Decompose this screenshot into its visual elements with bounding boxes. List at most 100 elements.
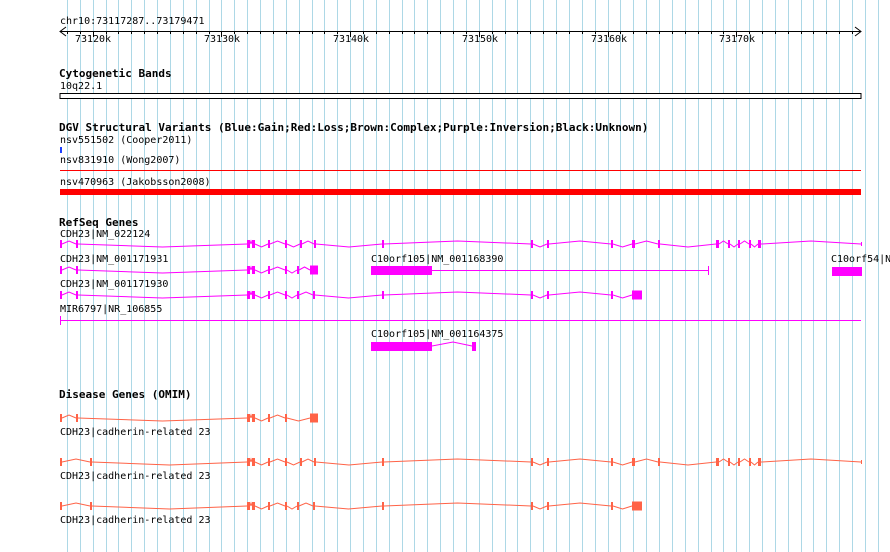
track-title-omim[interactable]: Disease Genes (OMIM) [59,389,191,401]
variant-label[interactable]: nsv831910 (Wong2007) [60,155,180,166]
cytoband-label[interactable]: 10q22.1 [60,81,102,92]
exon-block [611,502,613,510]
intron-line [61,458,91,463]
exon-block [247,502,250,510]
exon-block [738,458,740,466]
exon-block [252,291,255,299]
intron-line [61,291,77,296]
exon-block [371,342,432,351]
exon-block [268,240,270,248]
intron-line [91,461,248,466]
intron-line [431,341,473,347]
exon-block [268,291,270,299]
track-title-cytoband[interactable]: Cytogenetic Bands [59,68,172,80]
intron-line [254,461,269,466]
intron-line [286,269,298,274]
intron-line [729,243,739,248]
gene-label[interactable]: C10orf105|NM_001164375 [371,329,503,340]
intron-line [254,505,269,510]
intron-line [659,243,717,248]
ruler-tick-label: 73130k [203,34,241,45]
exon-block [60,502,62,510]
exon-block [310,265,318,275]
exon-block [611,291,613,299]
exon-block [547,240,549,248]
track-title-dgv[interactable]: DGV Structural Variants (Blue:Gain;Red:L… [59,122,648,134]
exon-block [861,242,862,246]
intron-line [729,461,739,466]
exon-block [268,414,270,422]
intron-line [383,240,532,245]
intron-line [612,505,633,510]
exon-block [285,291,287,299]
intron-line [298,291,314,296]
intron-line [77,243,248,248]
cytoband-glyph [59,93,862,99]
intron-line [77,269,248,274]
exon-block [728,458,730,466]
intron-line [249,457,253,463]
intron-line [254,294,269,299]
exon-block [472,342,476,351]
intron-line [532,243,548,248]
variant-glyph [60,189,861,195]
exon-block [247,266,250,274]
exon-block [252,458,255,466]
intron-line [298,502,314,507]
variant-label[interactable]: nsv551502 (Cooper2011) [60,135,192,146]
intron-line [77,294,248,299]
intron-line [634,458,659,463]
gene-label[interactable]: MIR6797|NR_106855 [60,304,162,315]
exon-block [297,266,299,274]
exon-block [382,458,384,466]
gene-label[interactable]: C10orf105|NM_001168390 [371,254,503,265]
exon-block [531,240,533,248]
gene-label[interactable]: C10orf54|NM_022153 [831,254,890,265]
exon-block [60,458,62,466]
intron-line [750,461,759,466]
exon-block [382,502,384,510]
intron-line [739,240,750,245]
intron-line [249,290,253,296]
exon-block [716,458,719,466]
intron-line [532,294,548,299]
exon-block [285,458,287,466]
variant-label[interactable]: nsv470963 (Jakobsson2008) [60,177,211,188]
exon-block [76,266,78,274]
gene-label[interactable]: CDH23|cadherin-related 23 [60,515,211,526]
exon-block [247,458,250,466]
exon-block [297,502,299,510]
gene-label[interactable]: CDH23|NM_001171930 [60,279,168,290]
intron-line [301,240,315,245]
gene-label[interactable]: CDH23|cadherin-related 23 [60,427,211,438]
exon-block [313,291,315,299]
intron-line [269,240,286,245]
exon-block [300,240,302,248]
intron-line [269,458,286,463]
ruler-tick-label: 73170k [718,34,756,45]
intron-line [254,243,269,248]
exon-block [252,266,255,274]
exon-block [531,458,533,466]
exon-block [611,458,613,466]
intron-line [269,291,286,296]
exon-block [76,414,78,422]
exon-block [76,240,78,248]
intron-line [61,240,77,245]
gene-label[interactable]: CDH23|NM_022124 [60,229,150,240]
gene-label[interactable]: CDH23|NM_001171931 [60,254,168,265]
intron-line [548,458,612,463]
intron-line [760,458,862,463]
exon-block [832,267,862,276]
gene-label[interactable]: CDH23|cadherin-related 23 [60,471,211,482]
variant-glyph [60,147,62,153]
exon-block [285,502,287,510]
intron-line [286,417,311,422]
exon-block [247,240,250,248]
exon-block [300,458,302,466]
intron-line [315,461,383,466]
intron-line [548,502,612,507]
intron-line [383,291,532,296]
location-label: chr10:73117287..73179471 [60,16,205,27]
track-title-refseq[interactable]: RefSeq Genes [59,217,138,229]
